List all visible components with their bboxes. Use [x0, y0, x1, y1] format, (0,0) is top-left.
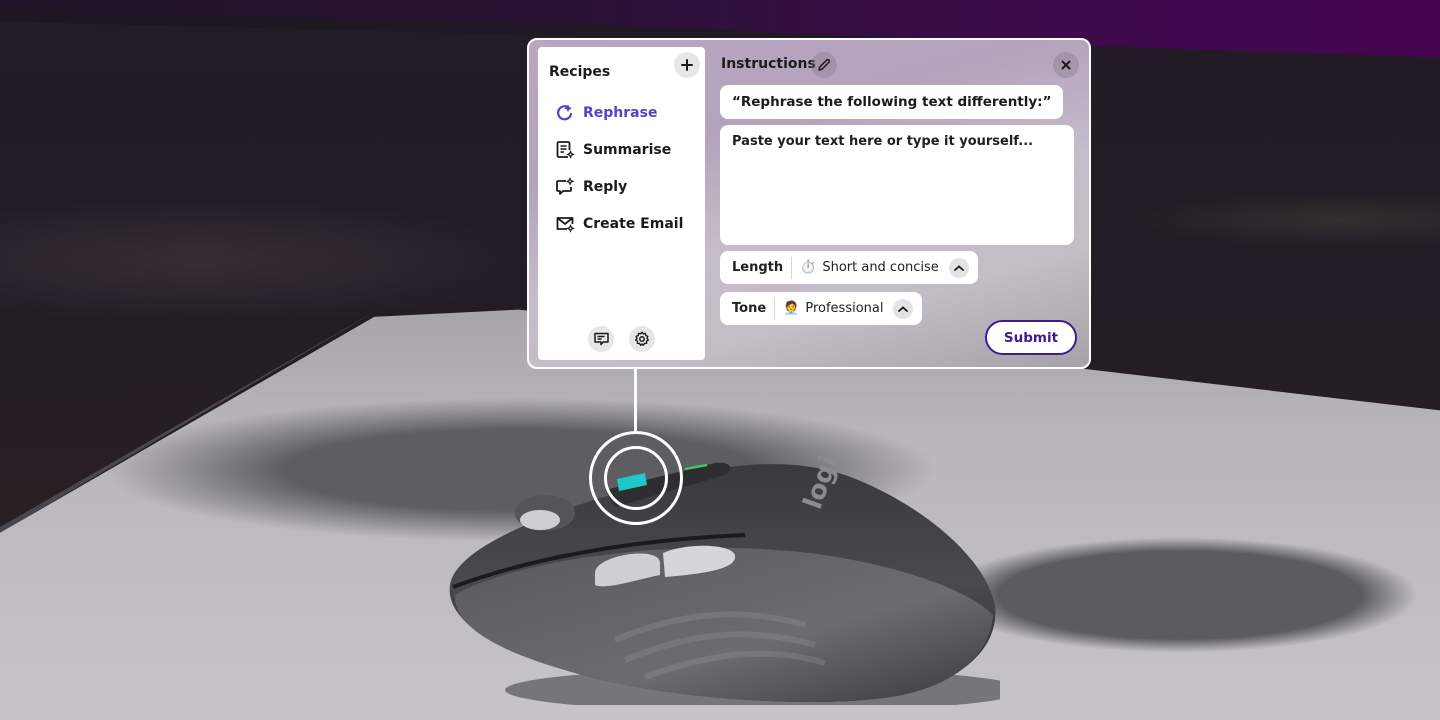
document-summary-icon: [554, 140, 575, 161]
recipe-item-create-email[interactable]: Create Email: [554, 212, 683, 236]
chevron-up-icon[interactable]: [893, 298, 914, 319]
highlight-ring-inner: [604, 446, 668, 510]
text-input[interactable]: [720, 125, 1074, 245]
chevron-up-icon[interactable]: [948, 257, 969, 278]
add-recipe-button[interactable]: [674, 52, 700, 78]
tone-label: Tone: [732, 301, 767, 316]
office-worker-icon: 🧑‍💼: [783, 301, 800, 316]
close-icon: [1061, 60, 1071, 70]
recipe-label: Summarise: [583, 142, 672, 158]
length-value: Short and concise: [822, 260, 939, 275]
recipe-item-rephrase[interactable]: Rephrase: [554, 101, 657, 125]
divider: [774, 297, 776, 320]
email-sparkle-icon: [554, 214, 575, 235]
plus-icon: [681, 59, 693, 71]
stopwatch-icon: ⏱️: [800, 260, 817, 275]
connector-line: [634, 368, 637, 434]
gear-icon: [635, 331, 649, 346]
submit-button[interactable]: Submit: [985, 320, 1077, 355]
recipes-sidebar: Recipes Rephrase Summarise Reply Create …: [538, 47, 705, 360]
recipes-title: Recipes: [549, 64, 611, 80]
recipe-item-summarise[interactable]: Summarise: [554, 138, 671, 162]
recipe-label: Rephrase: [583, 105, 658, 121]
logitech-mouse: logi: [445, 452, 1025, 712]
length-selector[interactable]: Length ⏱️ Short and concise: [720, 251, 978, 284]
tone-selector[interactable]: Tone 🧑‍💼 Professional: [720, 292, 923, 325]
close-button[interactable]: [1053, 52, 1079, 78]
settings-button[interactable]: [629, 326, 655, 352]
mouse-illustration: logi: [449, 452, 1025, 712]
reply-chat-icon: [554, 177, 575, 198]
recipe-item-reply[interactable]: Reply: [554, 175, 627, 199]
instruction-prompt-text: “Rephrase the following text differently…: [720, 85, 1064, 119]
feedback-icon: [593, 332, 609, 346]
tone-value: Professional: [805, 301, 884, 316]
recipe-label: Reply: [583, 179, 628, 195]
length-label: Length: [732, 260, 784, 275]
edit-instructions-button[interactable]: [811, 52, 837, 78]
feedback-button[interactable]: [588, 326, 614, 352]
divider: [791, 256, 793, 279]
pencil-icon: [818, 58, 831, 71]
rephrase-refresh-icon: [554, 103, 575, 124]
prompt-builder-panel: Recipes Rephrase Summarise Reply Create …: [527, 38, 1091, 369]
instructions-title: Instructions: [721, 56, 816, 72]
recipe-label: Create Email: [583, 216, 684, 232]
